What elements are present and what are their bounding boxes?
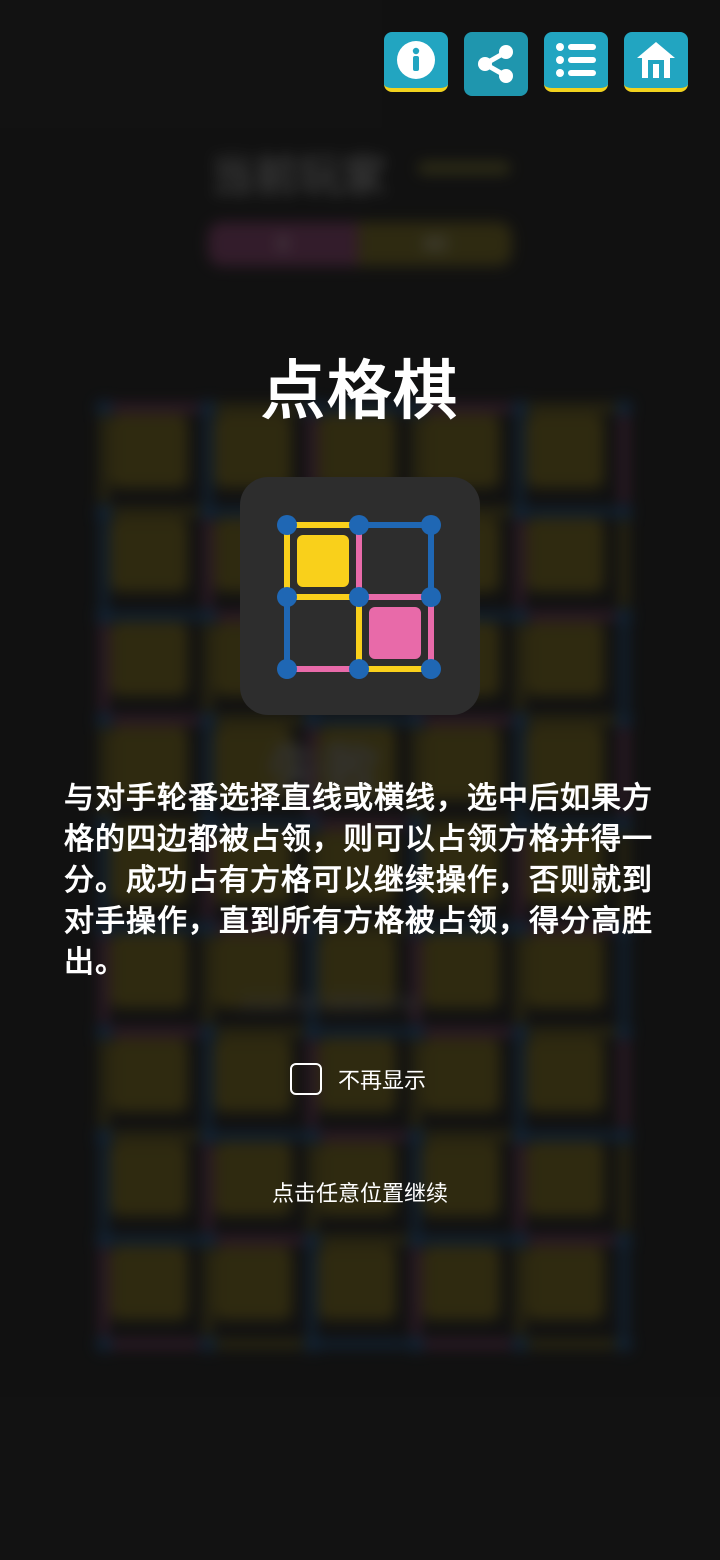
info-button[interactable] [384, 32, 448, 92]
home-button[interactable] [624, 32, 688, 92]
dont-show-again-toggle[interactable]: 不再显示 [290, 1063, 426, 1095]
game-title: 点格棋 [261, 355, 459, 429]
game-rules-description: 与对手轮番选择直线或横线，选中后如果方格的四边都被占领，则可以占领方格并得一分。… [64, 781, 653, 980]
game-logo [240, 477, 480, 715]
tap-to-continue-hint[interactable]: 点击任意位置继续 [0, 1176, 720, 1208]
info-icon [397, 41, 435, 79]
top-toolbar [384, 32, 688, 96]
dont-show-checkbox[interactable] [290, 1063, 322, 1095]
share-button[interactable] [464, 32, 528, 96]
menu-button[interactable] [544, 32, 608, 92]
dont-show-label: 不再显示 [338, 1069, 427, 1094]
home-icon [637, 42, 675, 78]
list-icon [556, 43, 596, 77]
share-icon [478, 45, 513, 83]
